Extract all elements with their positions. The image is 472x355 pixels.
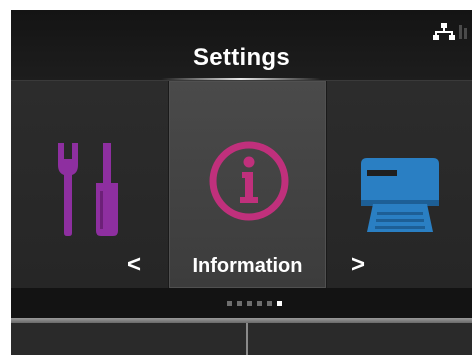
page-dot — [267, 301, 272, 306]
info-icon — [209, 141, 289, 221]
page-dot — [237, 301, 242, 306]
menu-carousel: Information < > — [11, 81, 472, 288]
page-dot — [227, 301, 232, 306]
page-indicator — [11, 288, 472, 318]
printer-icon — [361, 158, 439, 232]
page-dot — [257, 301, 262, 306]
header-bar: Settings — [11, 10, 472, 80]
tools-icon — [58, 143, 118, 236]
page-dot-active — [277, 301, 282, 306]
softkey-bar — [11, 318, 472, 355]
carousel-item-printer[interactable] — [327, 81, 472, 288]
next-arrow-icon[interactable]: > — [351, 251, 365, 279]
printer-display: Settings Information < > — [11, 10, 472, 355]
page-dots — [227, 301, 282, 306]
carousel-item-tools[interactable] — [11, 81, 168, 288]
network-icon — [433, 23, 455, 40]
status-icon — [459, 25, 467, 39]
page-dot — [247, 301, 252, 306]
carousel-item-label: Information — [192, 255, 303, 277]
page-title: Settings — [192, 44, 291, 71]
softkey-left[interactable] — [11, 323, 246, 355]
carousel-item-information[interactable]: Information — [169, 81, 326, 288]
previous-arrow-icon[interactable]: < — [127, 251, 141, 279]
softkey-right[interactable] — [248, 323, 472, 355]
